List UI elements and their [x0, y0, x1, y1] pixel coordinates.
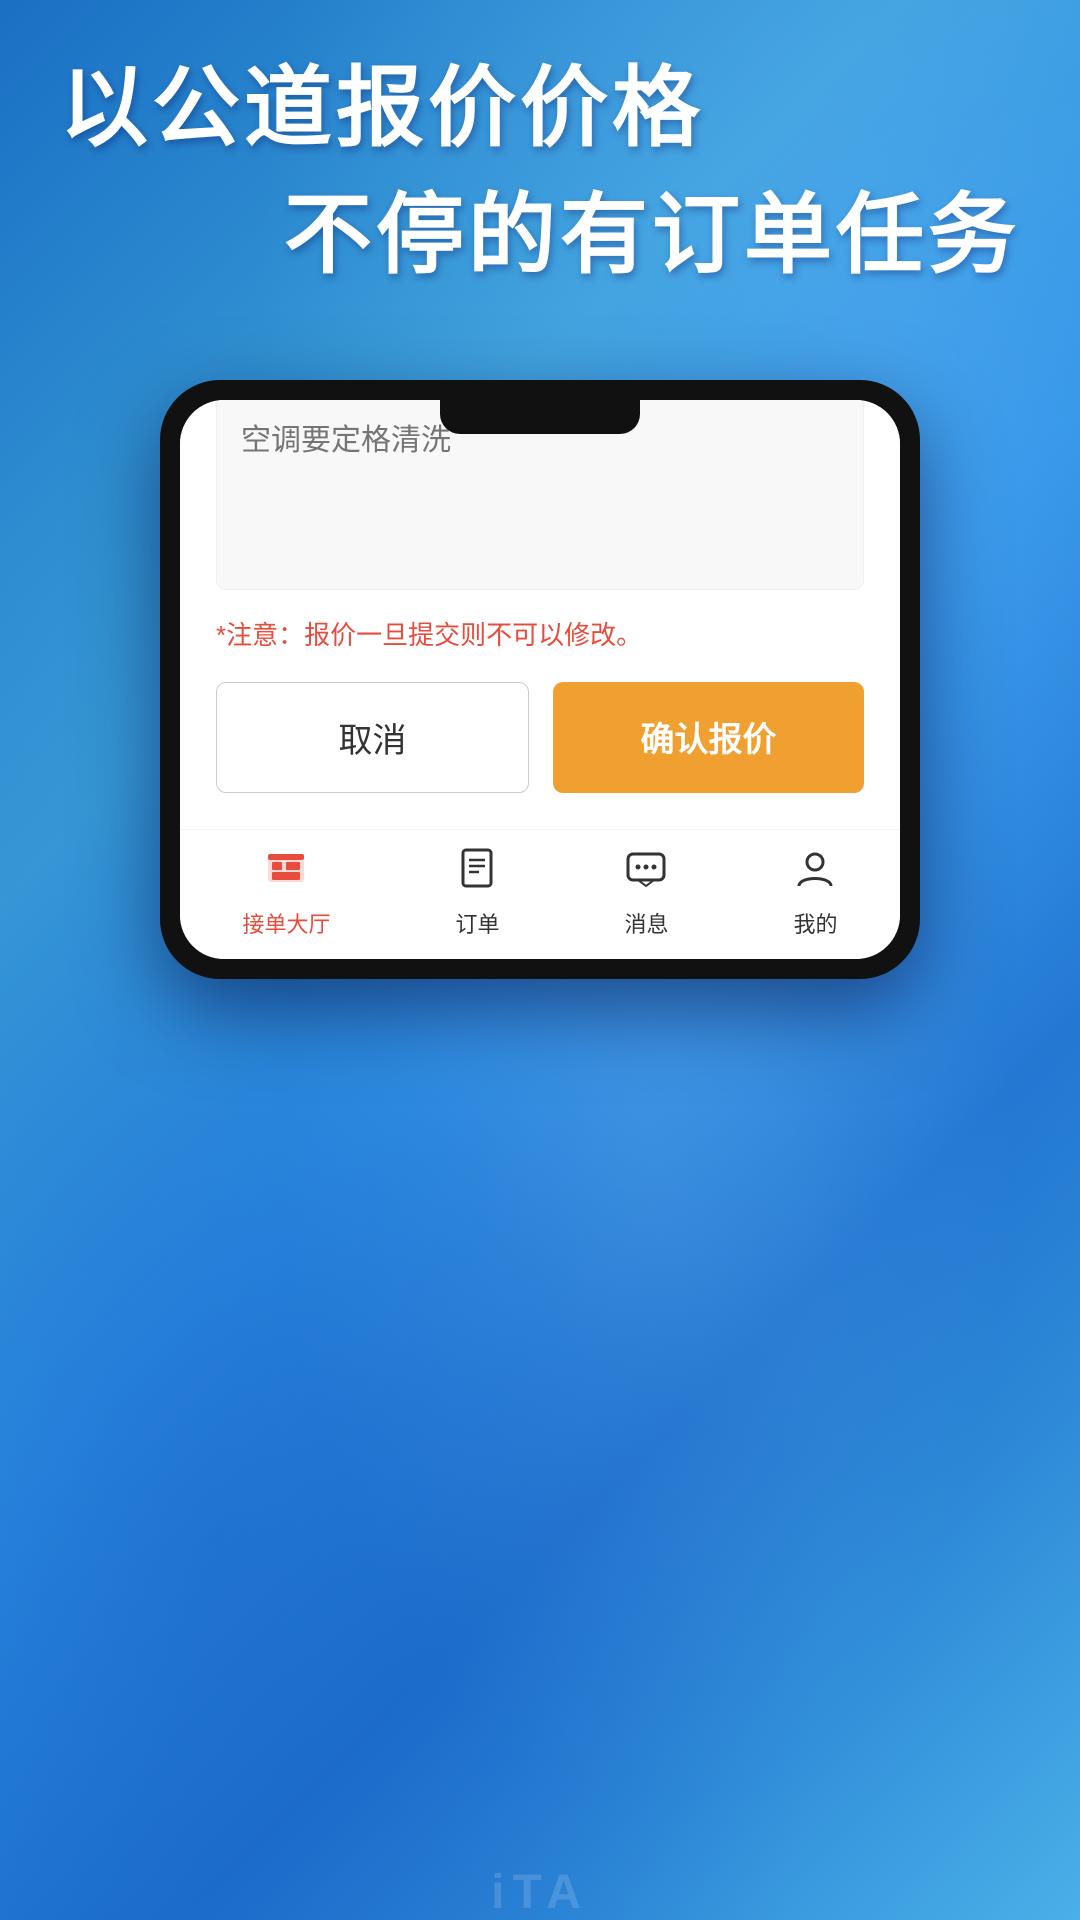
nav-item-orders[interactable]: 订单	[455, 846, 499, 939]
home-icon	[264, 846, 308, 901]
nav-label-profile: 我的	[793, 907, 837, 939]
warning-text: *注意：报价一旦提交则不可以修改。	[216, 615, 864, 652]
phone-frame-wrapper: 竞价订单 指派订单 工作 📢 禁止私下交易，违者封号处理！	[160, 380, 920, 979]
hero-line2: 不停的有订单任务	[60, 187, 1020, 284]
quote-modal: 报价金额 *注意：报价一旦提交则不可以修改。 取消 确认报价	[180, 400, 900, 829]
confirm-button[interactable]: 确认报价	[553, 682, 864, 793]
nav-label-orders: 订单	[455, 907, 499, 939]
nav-item-messages[interactable]: 消息	[624, 846, 668, 939]
messages-icon	[624, 846, 668, 901]
nav-item-profile[interactable]: 我的	[793, 846, 837, 939]
bottom-nav: 接单大厅 订单	[180, 829, 900, 959]
hero-line1: 以公道报价价格	[60, 60, 1020, 157]
nav-label-home: 接单大厅	[242, 907, 330, 939]
nav-label-messages: 消息	[624, 907, 668, 939]
nav-item-home[interactable]: 接单大厅	[242, 846, 330, 939]
hero-section: 以公道报价价格 不停的有订单任务	[0, 60, 1080, 284]
phone-notch	[440, 400, 640, 434]
orders-icon	[455, 846, 499, 901]
profile-icon	[793, 846, 837, 901]
phone-screen: 竞价订单 指派订单 工作 📢 禁止私下交易，违者封号处理！	[180, 400, 900, 959]
phone-frame: 竞价订单 指派订单 工作 📢 禁止私下交易，违者封号处理！	[160, 380, 920, 979]
action-buttons: 取消 确认报价	[216, 682, 864, 793]
cancel-button[interactable]: 取消	[216, 682, 529, 793]
